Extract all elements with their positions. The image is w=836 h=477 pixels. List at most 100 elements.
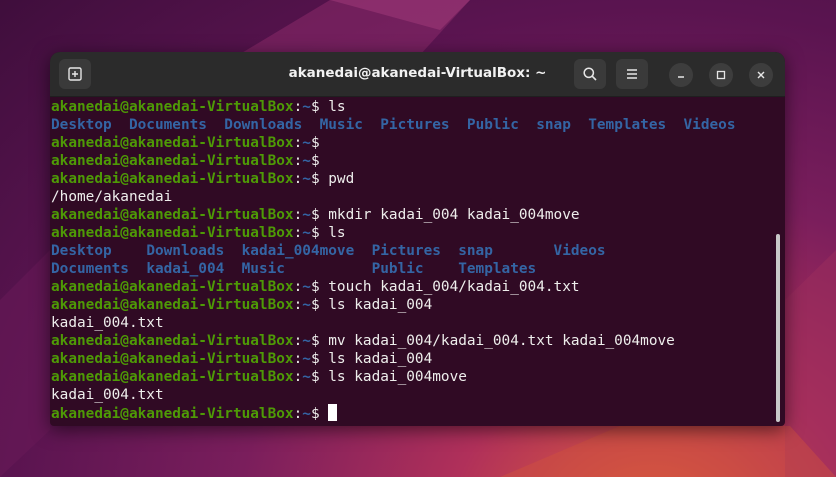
prompt-symbol: $: [310, 351, 320, 367]
command-text: [320, 406, 329, 422]
column-gap: [224, 243, 241, 259]
directory-entry: Public: [466, 117, 519, 133]
header-bar: akanedai@akanedai-VirtualBox: ~: [50, 52, 785, 97]
command-text: mkdir kadai_004 kadai_004move: [319, 207, 580, 223]
command-text: mv kadai_004/kadai_004.txt kadai_004move: [319, 333, 675, 349]
prompt-separator: :: [293, 225, 303, 241]
prompt-path: ~: [302, 207, 311, 223]
column-gap: [519, 117, 536, 133]
prompt-separator: :: [293, 99, 303, 115]
menu-button[interactable]: [616, 59, 648, 89]
prompt-symbol: $: [310, 333, 320, 349]
prompt-path: ~: [302, 406, 311, 422]
prompt-path: ~: [302, 135, 311, 151]
command-text: ls kadai_004move: [319, 369, 467, 385]
column-gap: [112, 117, 129, 133]
prompt-user-host: akanedai@akanedai-VirtualBox: [51, 153, 294, 169]
prompt-user-host: akanedai@akanedai-VirtualBox: [51, 135, 294, 151]
column-gap: [354, 243, 371, 259]
prompt-separator: :: [293, 351, 303, 367]
text-cursor: [328, 404, 338, 421]
terminal-line: akanedai@akanedai-VirtualBox:~$ ls: [50, 98, 780, 116]
terminal-window: akanedai@akanedai-VirtualBox: ~ akanedai…: [50, 52, 785, 426]
prompt-symbol: $: [310, 297, 320, 313]
directory-entry: Pictures: [380, 117, 450, 133]
prompt-symbol: $: [310, 207, 320, 223]
column-gap: [129, 261, 146, 277]
directory-entry: Public: [371, 261, 424, 277]
prompt-symbol: $: [310, 406, 320, 422]
terminal-line: akanedai@akanedai-VirtualBox:~$ mv kadai…: [50, 332, 780, 350]
directory-entry: Music: [241, 261, 285, 277]
prompt-symbol: $: [310, 135, 320, 151]
directory-entry: Templates: [458, 261, 537, 277]
prompt-user-host: akanedai@akanedai-VirtualBox: [51, 207, 294, 223]
command-text: ls kadai_004: [319, 351, 433, 367]
directory-entry: Videos: [683, 117, 736, 133]
prompt-user-host: akanedai@akanedai-VirtualBox: [51, 351, 294, 367]
maximize-icon: [716, 70, 726, 80]
command-text: pwd: [319, 171, 355, 187]
terminal-line: akanedai@akanedai-VirtualBox:~$ ls kadai…: [50, 350, 780, 368]
terminal-line: akanedai@akanedai-VirtualBox:~$ ls: [50, 224, 780, 242]
directory-entry: Downloads: [146, 243, 225, 259]
close-button[interactable]: [749, 63, 773, 87]
column-gap: [666, 117, 683, 133]
output-text: /home/akanedai: [51, 189, 173, 205]
directory-entry: Desktop: [51, 117, 112, 133]
output-text: kadai_004.txt: [51, 387, 164, 403]
column-gap: [493, 243, 554, 259]
hamburger-menu-icon: [627, 69, 637, 79]
prompt-separator: :: [293, 279, 303, 295]
terminal-line: akanedai@akanedai-VirtualBox:~$: [50, 134, 780, 152]
column-gap: [363, 117, 380, 133]
prompt-symbol: $: [310, 99, 320, 115]
prompt-path: ~: [302, 297, 311, 313]
command-text: touch kadai_004/kadai_004.txt: [319, 279, 580, 295]
terminal-line: akanedai@akanedai-VirtualBox:~$ pwd: [50, 170, 780, 188]
prompt-user-host: akanedai@akanedai-VirtualBox: [51, 171, 294, 187]
directory-entry: Downloads: [224, 117, 303, 133]
output-text: kadai_004.txt: [51, 315, 164, 331]
prompt-path: ~: [302, 153, 311, 169]
prompt-path: ~: [302, 225, 311, 241]
column-gap: [302, 117, 319, 133]
command-text: ls kadai_004: [319, 297, 433, 313]
prompt-path: ~: [302, 171, 311, 187]
prompt-separator: :: [293, 369, 303, 385]
column-gap: [571, 117, 588, 133]
directory-entry: snap: [536, 117, 571, 133]
terminal-line: kadai_004.txt: [50, 314, 780, 332]
prompt-user-host: akanedai@akanedai-VirtualBox: [51, 225, 294, 241]
search-button[interactable]: [574, 59, 606, 89]
scrollbar[interactable]: [776, 234, 780, 422]
prompt-symbol: $: [310, 153, 320, 169]
prompt-separator: :: [293, 297, 303, 313]
terminal-line: akanedai@akanedai-VirtualBox:~$ ls kadai…: [50, 296, 780, 314]
terminal-line: /home/akanedai: [50, 188, 780, 206]
terminal-line: Desktop Downloads kadai_004move Pictures…: [50, 242, 780, 260]
prompt-user-host: akanedai@akanedai-VirtualBox: [51, 99, 294, 115]
prompt-symbol: $: [310, 279, 320, 295]
directory-entry: kadai_004move: [241, 243, 355, 259]
directory-entry: Pictures: [371, 243, 441, 259]
directory-entry: snap: [458, 243, 493, 259]
prompt-separator: :: [293, 207, 303, 223]
prompt-user-host: akanedai@akanedai-VirtualBox: [51, 297, 294, 313]
prompt-path: ~: [302, 351, 311, 367]
prompt-user-host: akanedai@akanedai-VirtualBox: [51, 406, 294, 422]
minimize-button[interactable]: [669, 63, 693, 87]
directory-entry: kadai_004: [146, 261, 225, 277]
column-gap: [424, 261, 459, 277]
column-gap: [285, 261, 372, 277]
maximize-button[interactable]: [709, 63, 733, 87]
prompt-user-host: akanedai@akanedai-VirtualBox: [51, 369, 294, 385]
terminal-line: akanedai@akanedai-VirtualBox:~$ mkdir ka…: [50, 206, 780, 224]
prompt-separator: :: [293, 406, 303, 422]
terminal-line: akanedai@akanedai-VirtualBox:~$: [50, 152, 780, 170]
directory-entry: Templates: [588, 117, 667, 133]
terminal-output[interactable]: akanedai@akanedai-VirtualBox:~$ ls Deskto…: [50, 98, 780, 426]
column-gap: [450, 117, 467, 133]
directory-entry: Music: [319, 117, 363, 133]
prompt-symbol: $: [310, 225, 320, 241]
